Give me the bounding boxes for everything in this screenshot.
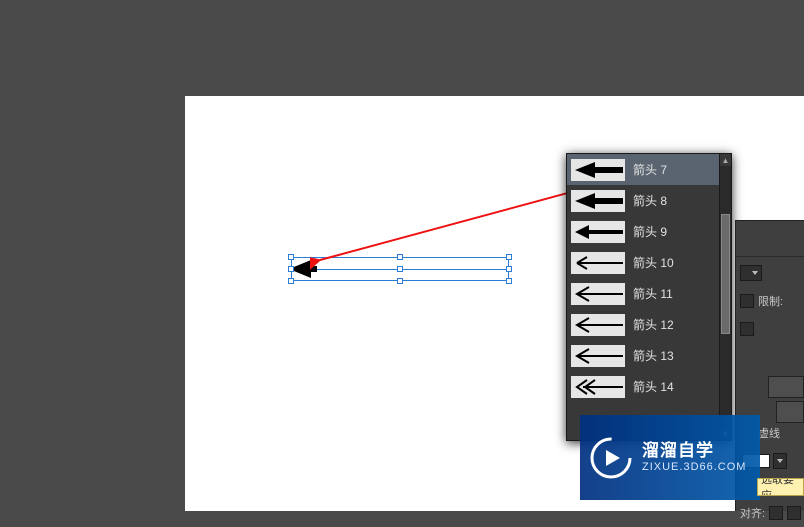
center-handle[interactable] (397, 266, 403, 272)
scrollbar[interactable]: ▲ ▼ (719, 154, 731, 440)
scroll-thumb[interactable] (721, 214, 730, 334)
arrowhead-preview-icon (571, 283, 625, 305)
arrowhead-list: 箭头 7 箭头 8 箭头 9 箭头 10 箭头 11 箭头 12 箭头 13 箭头 14 (567, 154, 719, 440)
arrowhead-option[interactable]: 箭头 8 (567, 185, 719, 216)
selected-arrow-object[interactable] (291, 257, 509, 281)
arrowhead-option-label: 箭头 13 (633, 347, 674, 364)
align-label: 对齐: (740, 505, 765, 521)
resize-handle[interactable] (397, 254, 403, 260)
arrowhead-option-label: 箭头 7 (633, 161, 667, 178)
arrowhead-option-label: 箭头 14 (633, 378, 674, 395)
arrowhead-option-label: 箭头 11 (633, 285, 673, 302)
cap-option[interactable] (740, 294, 754, 308)
resize-handle[interactable] (288, 266, 294, 272)
align-option[interactable] (769, 506, 783, 520)
arrowhead-option[interactable]: 箭头 9 (567, 216, 719, 247)
arrowhead-preview-icon (571, 376, 625, 398)
arrowhead-option[interactable]: 箭头 13 (567, 340, 719, 371)
tooltip-text: 选取要应 (761, 478, 800, 496)
arrowhead-dropdown[interactable]: 箭头 7 箭头 8 箭头 9 箭头 10 箭头 11 箭头 12 箭头 13 箭头 14 ▲ … (566, 153, 732, 441)
scroll-up-button[interactable]: ▲ (720, 154, 731, 166)
arrowhead-preview-icon (571, 221, 625, 243)
panel-header (736, 221, 804, 257)
resize-handle[interactable] (506, 254, 512, 260)
watermark-title: 溜溜自学 (642, 441, 746, 461)
arrowhead-option-label: 箭头 12 (633, 316, 674, 333)
align-stroke-button[interactable] (768, 376, 804, 398)
arrowhead-option-label: 箭头 8 (633, 192, 667, 209)
arrowhead-preview-icon (571, 252, 625, 274)
resize-handle[interactable] (397, 278, 403, 284)
resize-handle[interactable] (288, 278, 294, 284)
resize-handle[interactable] (506, 278, 512, 284)
resize-handle[interactable] (506, 266, 512, 272)
limit-label: 限制: (758, 293, 783, 309)
arrowhead-option[interactable]: 箭头 7 (567, 154, 719, 185)
arrowhead-option[interactable]: 箭头 10 (567, 247, 719, 278)
arrowhead-preview-icon (571, 314, 625, 336)
watermark-url: ZIXUE.3D66.COM (642, 461, 746, 474)
arrowhead-preview-icon (571, 190, 625, 212)
arrow-end-dropdown[interactable] (773, 453, 787, 469)
align-option[interactable] (787, 506, 801, 520)
arrowhead-option[interactable]: 箭头 12 (567, 309, 719, 340)
arrowhead-option[interactable]: 箭头 14 (567, 371, 719, 402)
resize-handle[interactable] (288, 254, 294, 260)
play-triangle-icon (590, 437, 632, 479)
watermark: 溜溜自学 ZIXUE.3D66.COM (580, 415, 760, 500)
arrowhead-option-label: 箭头 9 (633, 223, 667, 240)
arrowhead-option-label: 箭头 10 (633, 254, 674, 271)
tooltip: 选取要应 (757, 478, 804, 496)
arrowhead-option[interactable]: 箭头 11 (567, 278, 719, 309)
stroke-weight-dropdown[interactable] (740, 265, 762, 281)
arrowhead-preview-icon (571, 159, 625, 181)
dash-label: 虚线 (758, 425, 780, 441)
arrowhead-preview-icon (571, 345, 625, 367)
corner-option[interactable] (740, 322, 754, 336)
